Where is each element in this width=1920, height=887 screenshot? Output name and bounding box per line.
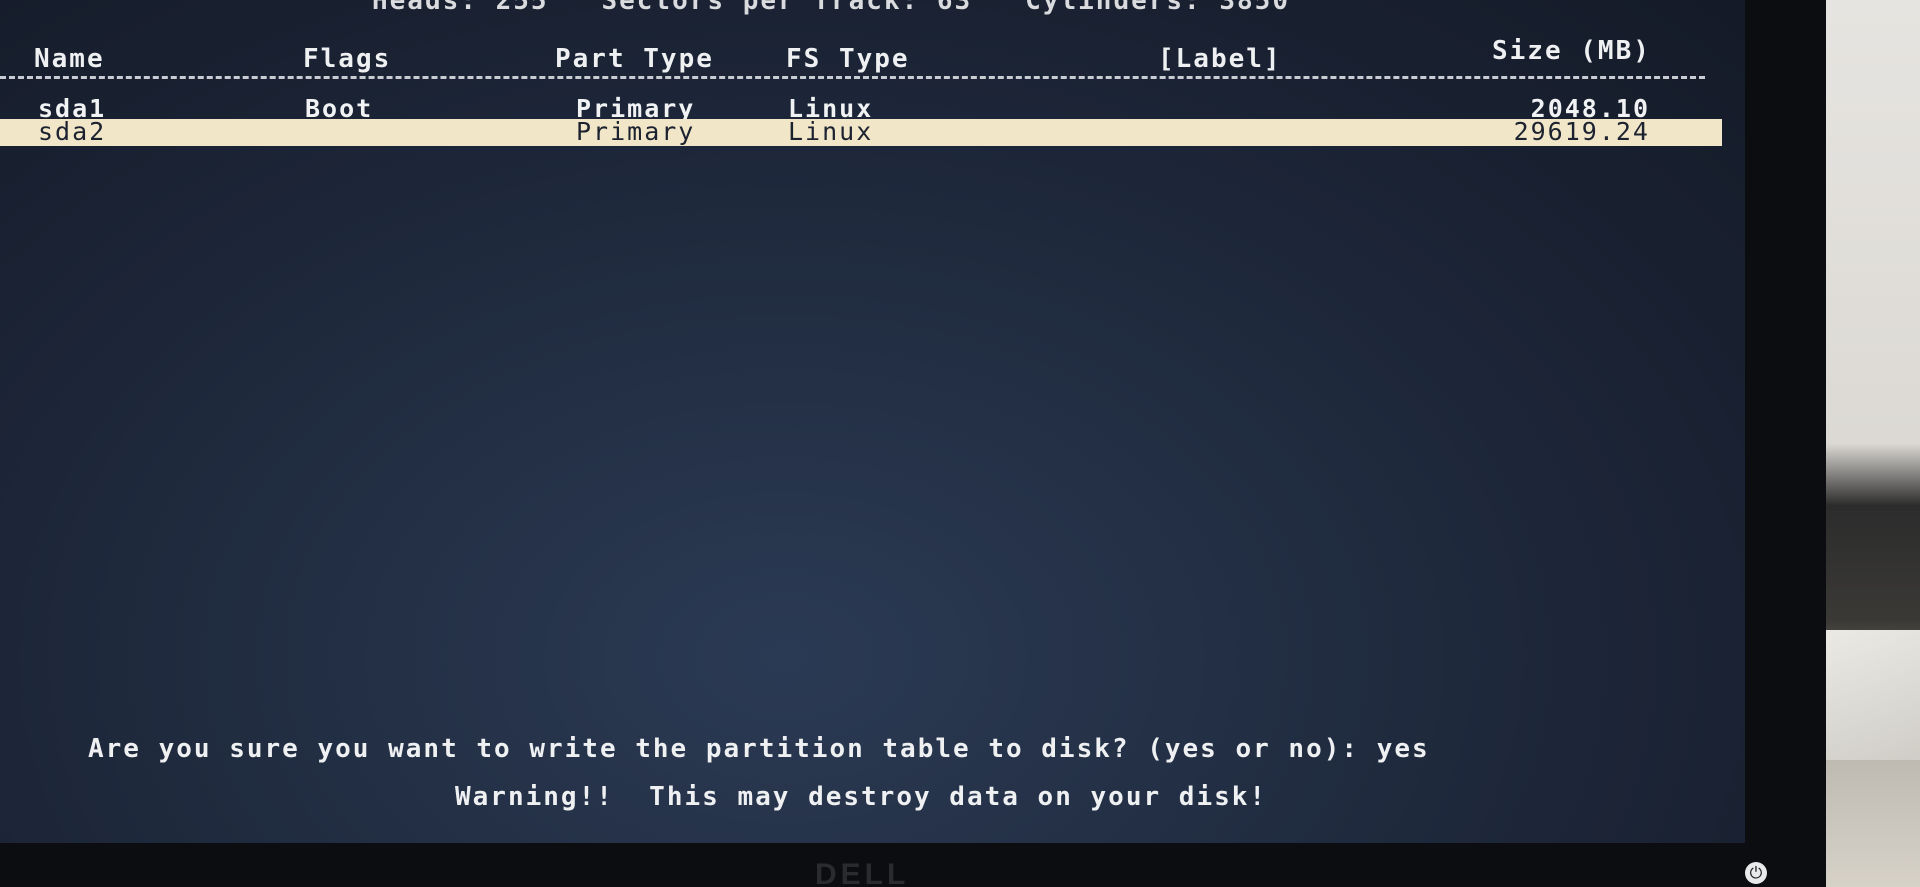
write-confirmation-prompt[interactable]: Are you sure you want to write the parti… — [88, 734, 1430, 764]
power-icon[interactable]: ⏻ — [1745, 862, 1767, 884]
partition-name: sda2 — [38, 117, 107, 146]
header-label: [Label] — [1158, 44, 1282, 74]
header-name: Name — [34, 44, 105, 74]
monitor-bezel: Heads: 255 Sectors per Track: 63 Cylinde… — [0, 0, 1826, 887]
header-part-type: Part Type — [555, 44, 714, 74]
monitor-brand-logo: DELL — [815, 862, 910, 887]
terminal-screen: Heads: 255 Sectors per Track: 63 Cylinde… — [0, 0, 1745, 843]
header-fs-type: FS Type — [786, 44, 910, 74]
warning-message: Warning!! This may destroy data on your … — [455, 782, 1268, 812]
partition-row-sda2-selected[interactable]: sda2 Primary Linux 29619.24 — [0, 117, 1722, 146]
partition-fs-type: Linux — [788, 117, 874, 146]
partition-size: 29619.24 — [1513, 117, 1650, 146]
disk-geometry-line: Heads: 255 Sectors per Track: 63 Cylinde… — [372, 0, 1290, 16]
header-size: Size (MB) — [1492, 36, 1651, 66]
header-separator — [0, 76, 1705, 79]
header-flags: Flags — [303, 44, 392, 74]
partition-part-type: Primary — [576, 117, 696, 146]
